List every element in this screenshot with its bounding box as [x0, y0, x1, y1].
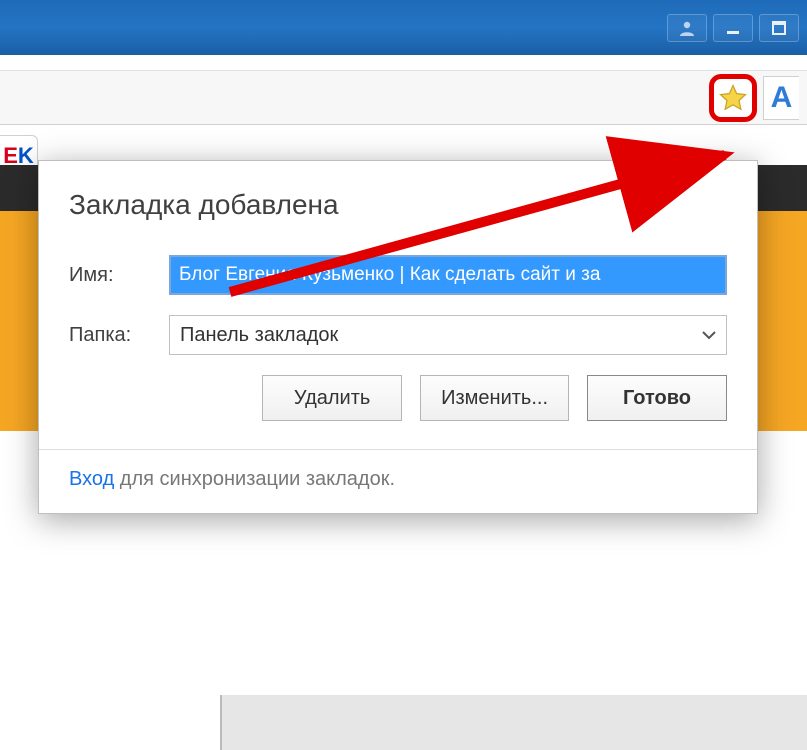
address-bar-row: A — [0, 70, 807, 125]
folder-select[interactable]: Панель закладок — [169, 315, 727, 355]
minimize-button[interactable] — [713, 14, 753, 42]
delete-button[interactable]: Удалить — [262, 375, 402, 421]
maximize-icon — [771, 20, 787, 36]
user-profile-button[interactable] — [667, 14, 707, 42]
window-titlebar — [0, 0, 807, 55]
signin-link[interactable]: Вход — [69, 468, 114, 490]
bookmark-name-input[interactable]: Блог Евгения Кузьменко | Как сделать сай… — [169, 255, 727, 295]
sync-text: для синхронизации закладок. — [114, 468, 395, 490]
edit-button[interactable]: Изменить... — [420, 375, 569, 421]
popup-title: Закладка добавлена — [69, 189, 727, 221]
maximize-button[interactable] — [759, 14, 799, 42]
bookmark-added-popup: Закладка добавлена Имя: Блог Евгения Куз… — [38, 160, 758, 514]
star-icon — [718, 83, 748, 113]
folder-selected-value: Панель закладок — [180, 324, 338, 347]
person-icon — [678, 20, 696, 36]
chevron-down-icon — [702, 330, 716, 340]
done-button[interactable]: Готово — [587, 375, 727, 421]
name-row: Имя: Блог Евгения Кузьменко | Как сделат… — [69, 255, 727, 295]
sync-message: Вход для синхронизации закладок. — [69, 468, 727, 491]
folder-row: Папка: Панель закладок — [69, 315, 727, 355]
bottom-panel — [220, 695, 807, 750]
extension-button[interactable]: A — [763, 76, 799, 120]
bookmark-star-button[interactable] — [709, 74, 757, 122]
minimize-icon — [725, 20, 741, 36]
popup-buttons: Удалить Изменить... Готово — [169, 375, 727, 421]
folder-label: Папка: — [69, 324, 169, 347]
divider — [39, 449, 757, 450]
name-label: Имя: — [69, 264, 169, 287]
browser-chrome: A — [0, 55, 807, 125]
